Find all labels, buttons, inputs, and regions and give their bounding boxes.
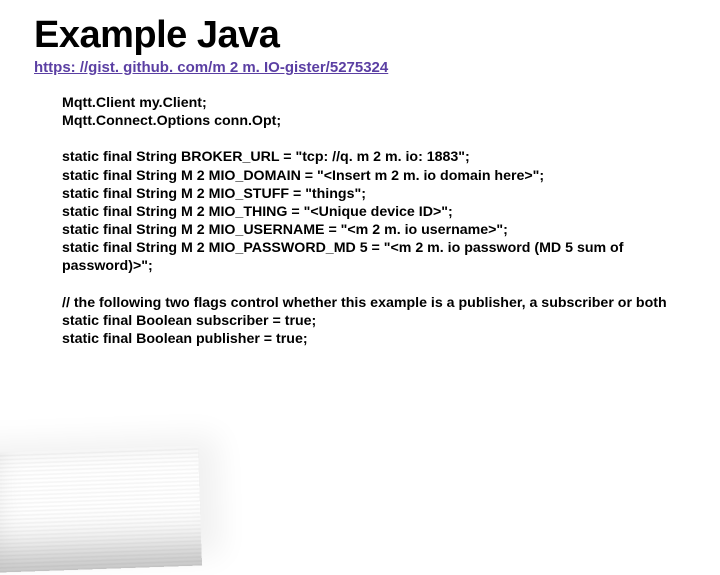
- code-line: static final Boolean subscriber = true;: [62, 312, 686, 330]
- code-line: static final String M 2 MIO_PASSWORD_MD …: [62, 239, 686, 275]
- decorative-corner: [0, 445, 202, 574]
- slide-title: Example Java: [34, 14, 686, 57]
- code-line: static final String BROKER_URL = "tcp: /…: [62, 148, 686, 166]
- code-block: Mqtt.Client my.Client; Mqtt.Connect.Opti…: [62, 94, 686, 348]
- code-line: static final String M 2 MIO_THING = "<Un…: [62, 203, 686, 221]
- code-line: // the following two flags control wheth…: [62, 294, 686, 312]
- code-line: static final Boolean publisher = true;: [62, 330, 686, 348]
- code-line: static final String M 2 MIO_DOMAIN = "<I…: [62, 167, 686, 185]
- code-line: Mqtt.Connect.Options conn.Opt;: [62, 112, 686, 130]
- code-line: static final String M 2 MIO_USERNAME = "…: [62, 221, 686, 239]
- code-line: Mqtt.Client my.Client;: [62, 94, 686, 112]
- gist-url-link[interactable]: https: //gist. github. com/m 2 m. IO-gis…: [34, 59, 686, 76]
- code-line: static final String M 2 MIO_STUFF = "thi…: [62, 185, 686, 203]
